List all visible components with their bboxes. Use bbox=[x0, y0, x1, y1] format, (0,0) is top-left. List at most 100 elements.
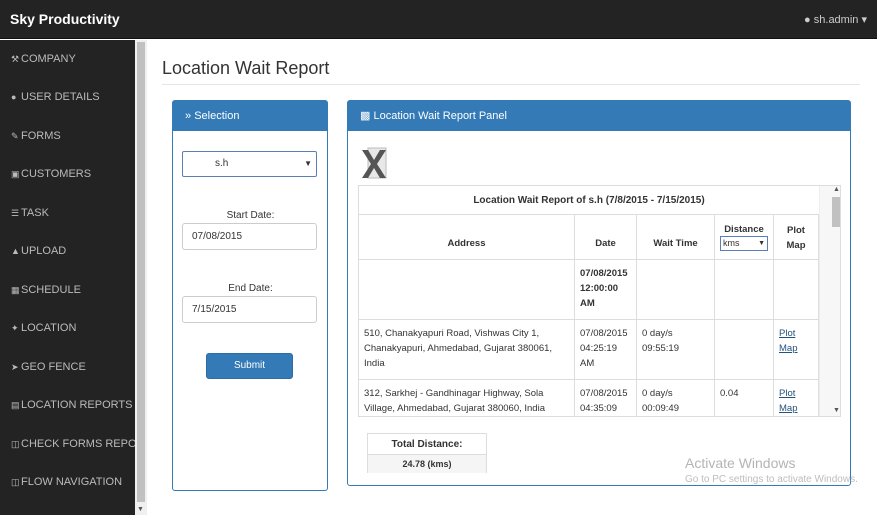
end-date-label: End Date: bbox=[228, 283, 273, 294]
table-cell-wait bbox=[637, 260, 715, 320]
table-cell-address bbox=[359, 260, 575, 320]
caret-down-icon: ▼ bbox=[758, 240, 765, 247]
pushpin-icon: ✦ bbox=[11, 323, 19, 333]
selection-heading: Selection bbox=[194, 110, 240, 122]
selection-panel-header[interactable]: » Selection bbox=[173, 101, 327, 131]
user-select-value: s.h bbox=[215, 158, 229, 169]
start-date-label: Start Date: bbox=[226, 210, 275, 221]
table-cell-date: 07/08/2015 04:35:09 bbox=[575, 380, 637, 416]
sidebar-item-label: FLOW NAVIGATION bbox=[21, 476, 123, 488]
sidebar-item-user-details[interactable]: ● USER DETAILS bbox=[0, 87, 135, 107]
user-icon: ● bbox=[804, 14, 811, 26]
sidebar-item-label: USER DETAILS bbox=[21, 91, 100, 103]
sidebar: ⚒ COMPANY ● USER DETAILS ✎ FORMS ▣CUSTOMERS… bbox=[0, 40, 135, 515]
chevron-double-down-icon: » bbox=[185, 110, 192, 122]
scroll-up-icon[interactable]: ▲ bbox=[833, 186, 840, 193]
list-icon: ☰ bbox=[11, 208, 20, 218]
sidebar-item-label: CHECK FORMS REPORTS bbox=[21, 438, 135, 450]
activate-windows-watermark: Activate Windows bbox=[685, 455, 796, 471]
table-title: Location Wait Report of s.h (7/8/2015 - … bbox=[359, 186, 819, 215]
upload-icon: ▲ bbox=[11, 246, 20, 256]
sidebar-item-label: UPLOAD bbox=[21, 245, 67, 257]
table-cell-wait: 0 day/s 00:09:49 bbox=[637, 380, 715, 416]
start-date-input[interactable]: 07/08/2015 bbox=[182, 223, 317, 250]
distance-label: Distance bbox=[724, 224, 764, 235]
selection-panel: » Selection s.h ▼ Start Date: 07/08/2015… bbox=[172, 100, 328, 491]
briefcase-icon: ▣ bbox=[11, 169, 20, 179]
user-menu[interactable]: ● sh.admin ▾ bbox=[804, 13, 867, 26]
sidebar-item-geo-fence[interactable]: ➤ GEO FENCE bbox=[0, 357, 135, 377]
caret-down-icon: ▼ bbox=[304, 159, 312, 168]
wrench-icon: ⚒ bbox=[11, 54, 20, 64]
page-title: Location Wait Report bbox=[162, 58, 330, 78]
end-date-input[interactable]: 7/15/2015 bbox=[182, 296, 317, 323]
scroll-down-icon[interactable]: ▼ bbox=[137, 506, 144, 513]
total-distance-label: Total Distance: bbox=[368, 434, 486, 455]
table-cell-address: 510, Chanakyapuri Road, Vishwas City 1, … bbox=[359, 320, 575, 380]
scrollbar-thumb[interactable] bbox=[832, 197, 840, 227]
plot-map-link-label[interactable]: Plot Map bbox=[779, 388, 797, 414]
sidebar-item-label: SCHEDULE bbox=[21, 284, 81, 296]
report-table[interactable]: Location Wait Report of s.h (7/8/2015 - … bbox=[358, 185, 841, 417]
total-distance-value: 24.78 (kms) bbox=[368, 455, 486, 473]
sidebar-item-label: FORMS bbox=[21, 130, 61, 142]
sidebar-scrollbar[interactable]: ▼ bbox=[135, 40, 147, 515]
user-icon: ● bbox=[11, 92, 17, 102]
plot-map-link[interactable]: Plot Map bbox=[774, 380, 819, 416]
sidebar-item-customers[interactable]: ▣CUSTOMERS bbox=[0, 164, 135, 184]
table-cell-distance bbox=[715, 260, 774, 320]
user-select[interactable]: s.h ▼ bbox=[182, 151, 317, 177]
sidebar-item-flow-navigation[interactable]: ◫FLOW NAVIGATION bbox=[0, 472, 135, 492]
report-panel-header: ▩ Location Wait Report Panel bbox=[348, 101, 850, 131]
edit-icon: ✎ bbox=[11, 131, 19, 141]
sidebar-item-label: LOCATION bbox=[21, 322, 77, 334]
table-cell-distance bbox=[715, 320, 774, 380]
top-navbar: Sky Productivity ● sh.admin ▾ bbox=[0, 0, 877, 39]
plot-map-link[interactable]: Plot Map bbox=[774, 320, 819, 380]
sidebar-item-schedule[interactable]: ▦SCHEDULE bbox=[0, 280, 135, 300]
brand-title[interactable]: Sky Productivity bbox=[10, 11, 120, 27]
sidebar-item-location-reports[interactable]: ▤LOCATION REPORTS bbox=[0, 395, 135, 415]
report-panel: ▩ Location Wait Report Panel Location Wa… bbox=[347, 100, 851, 486]
table-cell-distance: 0.04 bbox=[715, 380, 774, 416]
column-header-address: Address bbox=[359, 215, 575, 260]
sidebar-item-label: TASK bbox=[21, 207, 49, 219]
column-header-plot-map: Plot Map bbox=[774, 215, 819, 260]
scrollbar-thumb[interactable] bbox=[137, 42, 145, 502]
table-cell-wait: 0 day/s 09:55:19 bbox=[637, 320, 715, 380]
table-cell-date: 07/08/2015 04:25:19 AM bbox=[575, 320, 637, 380]
column-header-date: Date bbox=[575, 215, 637, 260]
copy-icon: ◫ bbox=[11, 439, 20, 449]
scroll-down-icon[interactable]: ▼ bbox=[833, 407, 840, 414]
user-name: sh.admin bbox=[813, 14, 859, 26]
activate-windows-subtext: Go to PC settings to activate Windows. bbox=[685, 474, 858, 485]
sidebar-item-location[interactable]: ✦ LOCATION bbox=[0, 318, 135, 338]
sidebar-item-label: LOCATION REPORTS bbox=[21, 399, 133, 411]
sidebar-item-label: CUSTOMERS bbox=[21, 168, 92, 180]
sidebar-item-check-forms-reports[interactable]: ◫CHECK FORMS REPORTS bbox=[0, 434, 135, 454]
sidebar-item-forms[interactable]: ✎ FORMS bbox=[0, 126, 135, 146]
total-distance-box: Total Distance: 24.78 (kms) bbox=[367, 433, 487, 473]
sidebar-item-label: GEO FENCE bbox=[21, 361, 86, 373]
calendar-icon: ▦ bbox=[11, 285, 20, 295]
sidebar-item-company[interactable]: ⚒ COMPANY bbox=[0, 49, 135, 69]
report-heading: Location Wait Report Panel bbox=[373, 110, 507, 122]
caret-down-icon: ▾ bbox=[861, 14, 867, 26]
column-header-wait-time: Wait Time bbox=[637, 215, 715, 260]
submit-button[interactable]: Submit bbox=[206, 353, 293, 379]
table-cell-date: 07/08/2015 12:00:00 AM bbox=[575, 260, 637, 320]
column-header-distance: Distance kms ▼ bbox=[715, 215, 774, 260]
table-scrollbar[interactable]: ▲ ▼ bbox=[819, 186, 840, 416]
divider bbox=[162, 84, 860, 85]
table-cell-address: 312, Sarkhej - Gandhinagar Highway, Sola… bbox=[359, 380, 575, 416]
sidebar-item-label: COMPANY bbox=[21, 53, 76, 65]
sidebar-item-upload[interactable]: ▲UPLOAD bbox=[0, 241, 135, 261]
excel-export-icon[interactable] bbox=[360, 146, 388, 180]
distance-unit-select[interactable]: kms ▼ bbox=[720, 236, 768, 251]
file-icon: ▤ bbox=[11, 400, 20, 410]
send-icon: ➤ bbox=[11, 362, 19, 372]
plot-map-link-label[interactable]: Plot Map bbox=[779, 328, 797, 354]
bar-chart-icon: ▩ bbox=[360, 110, 371, 122]
sidebar-item-task[interactable]: ☰ TASK bbox=[0, 203, 135, 223]
table-cell-plot bbox=[774, 260, 819, 320]
